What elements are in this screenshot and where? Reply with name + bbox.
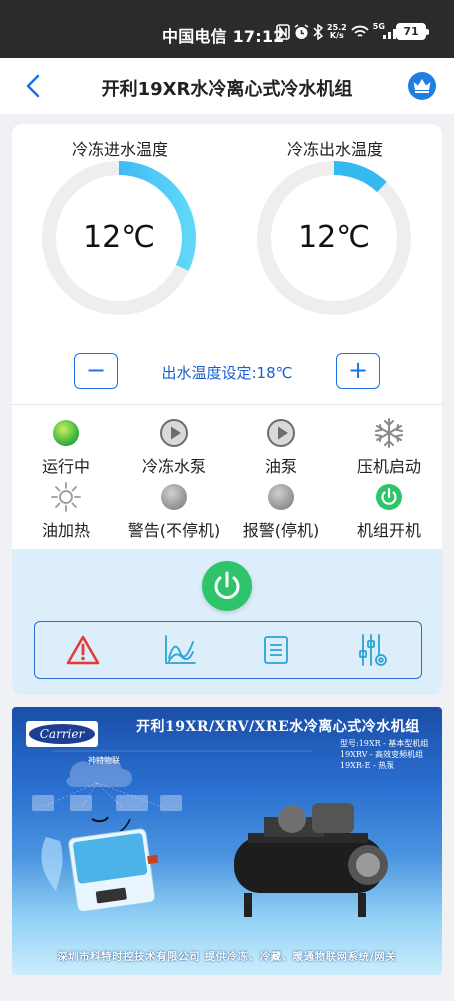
cloud-label: 神特物联	[88, 756, 120, 765]
app-header: 开利19XR水冷离心式冷水机组	[0, 58, 454, 114]
outlet-temp-label: 冷冻出水温度	[286, 140, 383, 159]
bluetooth-icon	[313, 24, 323, 40]
alarm-button[interactable]	[61, 628, 105, 672]
cloud-network-illustration	[32, 750, 388, 917]
green-indicator-icon	[50, 417, 82, 449]
sun-icon	[50, 481, 82, 513]
inlet-temp-label: 冷冻进水温度	[71, 140, 168, 159]
status-warning: 警告(不停机)	[126, 481, 222, 541]
status-label: 机组开机	[356, 521, 421, 540]
gray-indicator-icon	[158, 481, 190, 513]
power-icon	[214, 571, 240, 599]
banner-footer: 深圳市科特时控技术有限公司 提供冷冻、冷藏、暖通物联网系统/网关	[57, 952, 397, 963]
net-speed: 25.2 K/s	[327, 23, 347, 40]
inlet-temp-gauge: 12℃	[41, 160, 197, 316]
records-button[interactable]	[254, 628, 298, 672]
crown-icon[interactable]	[408, 72, 436, 100]
outlet-temp-value: 12℃	[298, 220, 370, 255]
status-chilled-pump: 冷冻水泵	[126, 417, 222, 477]
status-label: 报警(停机)	[242, 521, 320, 540]
control-panel	[12, 549, 442, 695]
setpoint-increase-button[interactable]: +	[336, 353, 380, 389]
pump-play-icon	[158, 417, 190, 449]
wifi-icon	[351, 25, 369, 37]
settings-sliders-icon	[358, 634, 387, 666]
status-label: 运行中	[41, 457, 90, 476]
status-bar: 中国电信 17:12 25.2 K/s 5G 71	[0, 0, 454, 58]
power-icon	[373, 481, 405, 513]
setpoint-text: 出水温度设定:18℃	[161, 364, 293, 382]
status-label: 油泵	[264, 457, 297, 476]
divider	[12, 404, 442, 405]
power-button[interactable]	[202, 561, 252, 611]
gateway-device	[68, 828, 159, 913]
device-card: 冷冻进水温度 12℃ 冷冻出水温度 12℃ − 出水温度设定:18℃ + 运行中…	[12, 124, 442, 695]
product-banner[interactable]: Carrier 开利19XR/XRV/XRE水冷离心式冷水机组 型号:19XR …	[12, 707, 442, 975]
status-oil-heating: 油加热	[18, 481, 114, 541]
gray-indicator-icon	[265, 481, 297, 513]
status-alarm: 报警(停机)	[233, 481, 329, 541]
status-label: 油加热	[41, 521, 90, 540]
chart-button[interactable]	[158, 628, 202, 672]
chart-icon	[164, 635, 196, 664]
page-title: 开利19XR水冷离心式冷水机组	[101, 79, 353, 100]
snowflake-icon	[373, 417, 405, 449]
status-label: 警告(不停机)	[127, 521, 221, 540]
carrier-time: 中国电信 17:12	[162, 27, 285, 46]
status-icons: 25.2 K/s 5G	[276, 22, 401, 42]
status-label: 冷冻水泵	[141, 457, 206, 476]
status-oil-pump: 油泵	[233, 417, 329, 477]
function-toolbar	[34, 621, 422, 679]
status-compressor: 压机启动	[341, 417, 437, 477]
list-icon	[264, 636, 289, 664]
chiller-unit-illustration	[234, 803, 388, 917]
status-running: 运行中	[18, 417, 114, 477]
pump-play-icon	[265, 417, 297, 449]
outlet-temp-gauge: 12℃	[256, 160, 412, 316]
battery-indicator: 71	[396, 23, 429, 40]
alarm-icon	[67, 635, 100, 665]
settings-button[interactable]	[351, 628, 395, 672]
alarm-clock-icon	[294, 24, 309, 39]
inlet-temp-value: 12℃	[83, 220, 155, 255]
nfc-icon	[276, 24, 290, 40]
status-label: 压机启动	[356, 457, 421, 476]
status-unit-on: 机组开机	[341, 481, 437, 541]
